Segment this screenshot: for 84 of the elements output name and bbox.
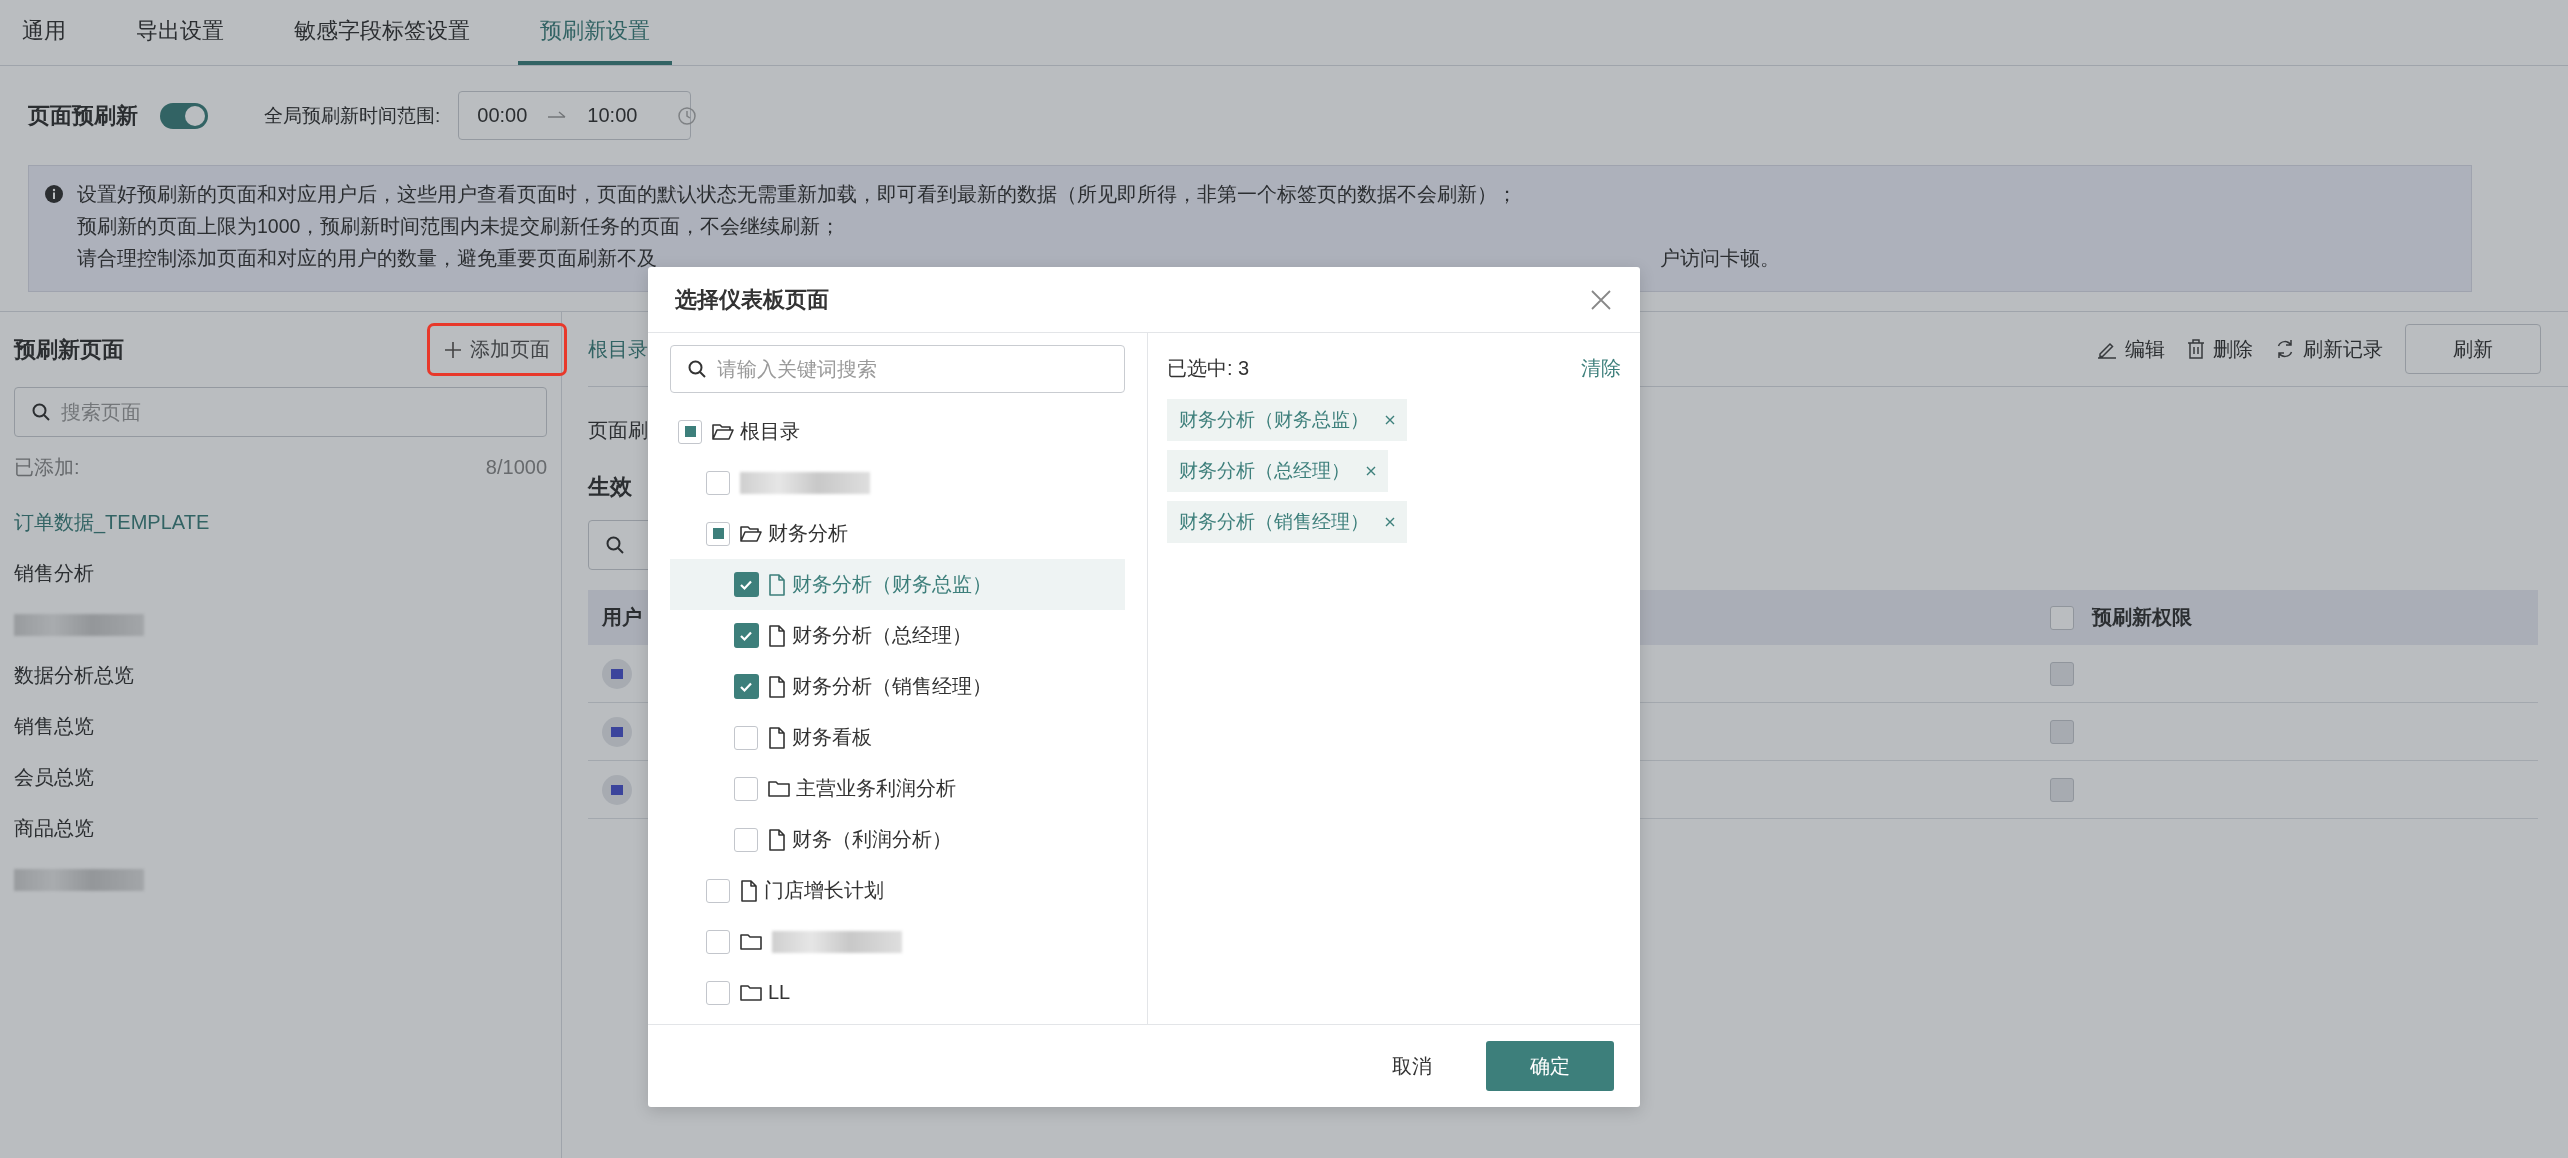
tree-item-label: 财务（利润分析） xyxy=(792,827,952,852)
page-list-item[interactable]: 数据分析总览 xyxy=(14,662,134,689)
toolbar-action[interactable]: 删除 xyxy=(2187,335,2253,363)
clock-icon xyxy=(677,105,698,126)
dialog-title: 选择仪表板页面 xyxy=(675,285,829,314)
tree-item-label: 财务看板 xyxy=(792,725,872,750)
avatar-icon xyxy=(602,716,632,747)
panel-title: 预刷新页面 xyxy=(14,335,124,364)
notice-text: 请合理控制添加页面和对应的用户的数量，避免重要页面刷新不及 xyxy=(77,246,658,271)
avatar-icon xyxy=(602,658,632,689)
notice-text: 设置好预刷新的页面和对应用户后，这些用户查看页面时，页面的默认状态无需重新加载，即可看到最新的数据（所见即所得，非第一个标签页的数据不会刷新）； xyxy=(77,182,1518,207)
info-icon xyxy=(45,185,63,203)
trash-icon xyxy=(2187,339,2205,359)
tag-label: 财务分析（总经理） xyxy=(1179,459,1350,483)
tab[interactable]: 敏感字段标签设置 xyxy=(272,0,492,65)
added-count: 8/1000 xyxy=(485,455,547,479)
tab[interactable]: 通用 xyxy=(0,0,88,65)
plus-icon xyxy=(444,340,462,359)
checkbox[interactable] xyxy=(734,776,758,801)
search-icon xyxy=(31,402,51,422)
page-list-item[interactable]: 会员总览 xyxy=(14,764,94,791)
start-time: 00:00 xyxy=(477,104,528,127)
tree-item-label: 主营业务利润分析 xyxy=(796,776,956,801)
setting-label: 页面预刷新 xyxy=(28,101,138,130)
tab[interactable]: 预刷新设置 xyxy=(518,0,672,65)
checkbox[interactable] xyxy=(706,980,730,1005)
added-label: 已添加: xyxy=(14,454,80,480)
column-header: 用户 xyxy=(602,605,642,630)
checkbox[interactable] xyxy=(734,827,758,852)
document-icon xyxy=(740,879,758,902)
end-time: 10:00 xyxy=(587,104,638,127)
checkbox[interactable] xyxy=(734,623,758,648)
checkbox[interactable] xyxy=(734,674,758,699)
tree-item-label: 财务分析 xyxy=(768,521,848,546)
tree-item-label: LL xyxy=(768,981,791,1004)
refresh-button[interactable]: 刷新 xyxy=(2405,324,2541,374)
confirm-button[interactable]: 确定 xyxy=(1486,1041,1614,1091)
document-icon xyxy=(768,675,786,698)
tree-item-label: 财务分析（总经理） xyxy=(792,623,972,648)
notice-text: 户访问卡顿。 xyxy=(1660,246,1780,271)
column-header: 预刷新权限 xyxy=(2092,605,2192,630)
page-list-item[interactable]: 销售分析 xyxy=(14,560,94,587)
tree-item-label: 财务分析（销售经理） xyxy=(792,674,992,699)
checkbox[interactable] xyxy=(2050,605,2074,630)
checkbox[interactable] xyxy=(678,419,702,444)
arrow-icon xyxy=(547,110,568,121)
document-icon xyxy=(768,573,786,596)
section-title: 生效 xyxy=(588,473,632,501)
document-icon xyxy=(768,828,786,851)
checkbox[interactable] xyxy=(706,521,730,546)
toolbar-action[interactable]: 编辑 xyxy=(2097,335,2165,363)
search-icon xyxy=(687,359,707,379)
checkbox[interactable] xyxy=(706,929,730,954)
breadcrumb-link[interactable]: 根目录 xyxy=(588,335,648,363)
tree-item-label: 财务分析（财务总监） xyxy=(792,572,992,597)
document-icon xyxy=(768,624,786,647)
clear-link[interactable]: 清除 xyxy=(1581,354,1621,382)
tree-item-label: 门店增长计划 xyxy=(764,878,884,903)
search-icon xyxy=(605,535,625,555)
checkbox[interactable] xyxy=(734,572,758,597)
tag-label: 财务分析（销售经理） xyxy=(1179,510,1369,534)
selected-count: 已选中: 3 xyxy=(1167,355,1250,381)
tab[interactable]: 导出设置 xyxy=(114,0,246,65)
cancel-button[interactable]: 取消 xyxy=(1392,1052,1432,1080)
page-list-item[interactable]: 商品总览 xyxy=(14,815,94,842)
range-label: 全局预刷新时间范围: xyxy=(264,103,441,128)
remove-icon[interactable] xyxy=(1366,466,1376,476)
checkbox[interactable] xyxy=(706,470,730,495)
checkbox[interactable] xyxy=(734,725,758,750)
toggle-switch[interactable] xyxy=(160,102,208,129)
page-list-item[interactable]: 订单数据_TEMPLATE xyxy=(14,509,210,536)
remove-icon[interactable] xyxy=(1385,517,1395,527)
notice-text: 预刷新的页面上限为1000，预刷新时间范围内未提交刷新任务的页面，不会继续刷新； xyxy=(77,214,842,239)
add-page-button[interactable]: 添加页面 xyxy=(427,323,567,376)
checkbox[interactable] xyxy=(706,878,730,903)
page-list-item[interactable]: 销售总览 xyxy=(14,713,94,740)
remove-icon[interactable] xyxy=(1385,415,1395,425)
toolbar-action[interactable]: 刷新记录 xyxy=(2275,335,2383,363)
tag-label: 财务分析（财务总监） xyxy=(1179,408,1369,432)
tree-item-label: 根目录 xyxy=(740,419,800,444)
refresh-icon xyxy=(2275,339,2295,359)
section-label: 页面刷 xyxy=(588,418,648,443)
document-icon xyxy=(768,726,786,749)
avatar-icon xyxy=(602,774,632,805)
